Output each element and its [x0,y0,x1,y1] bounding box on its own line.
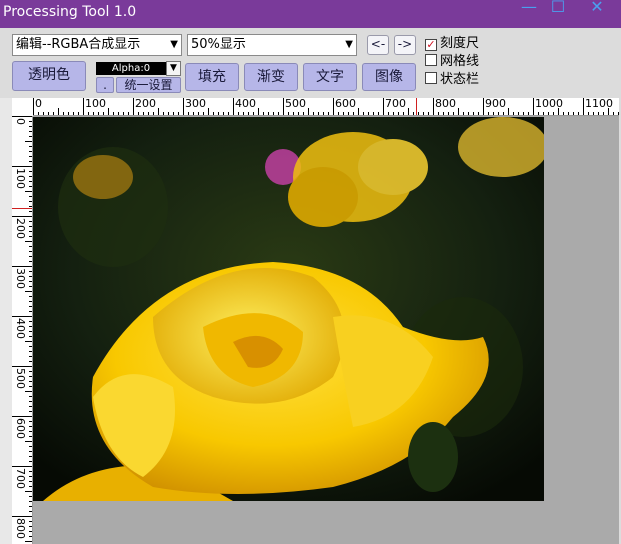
v-ruler-label: 0 [14,118,27,125]
h-ruler-label: 900 [485,98,506,110]
h-ruler-label: 800 [435,98,456,110]
option-grid-label: 网格线 [440,54,480,69]
ruler-corner [12,98,33,116]
title-bar: Processing Tool 1.0 — ☐ ✕ [0,0,621,28]
h-ruler-label: 100 [85,98,106,110]
mode-select[interactable]: 编辑--RGBA合成显示 ▼ [12,34,182,56]
image-button[interactable]: 图像 [362,63,416,91]
v-ruler-label: 600 [14,418,27,439]
app-window: Processing Tool 1.0 — ☐ ✕ 编辑--RGBA合成显示 ▼… [0,0,621,544]
h-ruler-label: 600 [335,98,356,110]
alpha-dropdown[interactable]: ▼ [166,61,181,76]
fill-button[interactable]: 填充 [185,63,239,91]
h-ruler-label: 200 [135,98,156,110]
yellow-rose-photo[interactable] [33,117,544,501]
close-icon[interactable]: ✕ [582,0,612,22]
window-title: Processing Tool 1.0 [3,4,137,20]
v-ruler-label: 500 [14,368,27,389]
prev-button[interactable]: <- [367,35,389,55]
h-ruler-label: 700 [385,98,406,110]
left-edge [0,98,12,544]
chevron-down-icon: ▼ [345,39,353,50]
h-ruler-label: 0 [35,98,42,110]
dot-button[interactable]: . [96,77,114,93]
gradient-button[interactable]: 渐变 [244,63,298,91]
h-ruler-label: 1100 [585,98,613,110]
v-ruler-label: 400 [14,318,27,339]
next-button[interactable]: -> [394,35,416,55]
v-ruler-label: 300 [14,268,27,289]
checkbox-statusbar[interactable] [425,72,437,84]
checkbox-grid[interactable] [425,54,437,66]
option-ruler-label: 刻度尺 [440,36,480,51]
minimize-icon[interactable]: — [514,0,544,22]
option-statusbar[interactable]: 状态栏 [425,72,479,89]
option-statusbar-label: 状态栏 [440,72,480,87]
h-ruler-label: 500 [285,98,306,110]
checkbox-ruler[interactable]: ✓ [425,39,437,51]
option-grid[interactable]: 网格线 [425,54,479,71]
chevron-down-icon: ▼ [170,39,178,50]
vertical-ruler: 0 100 200 300 400 500 600 700 800 [12,116,33,544]
uniform-set-button[interactable]: 统一设置 [116,77,181,93]
h-ruler-label: 400 [235,98,256,110]
v-ruler-label: 700 [14,468,27,489]
text-button[interactable]: 文字 [303,63,357,91]
zoom-select[interactable]: 50%显示 ▼ [187,34,357,56]
transparent-color-button[interactable]: 透明色 [12,61,86,91]
maximize-icon[interactable]: ☐ [543,0,573,22]
v-ruler-label: 100 [14,168,27,189]
h-ruler-label: 300 [185,98,206,110]
chevron-down-icon: ▼ [170,63,177,73]
option-ruler[interactable]: ✓ 刻度尺 [425,36,479,53]
rose-image [33,117,544,501]
v-ruler-label: 800 [14,518,27,539]
horizontal-ruler-ticks [33,98,619,115]
v-ruler-label: 200 [14,218,27,239]
horizontal-ruler: 0 100 200 300 400 500 600 700 800 900 10… [33,98,619,116]
mode-select-value: 编辑--RGBA合成显示 [16,37,141,52]
alpha-value: Alpha:0 [96,62,166,75]
h-ruler-label: 1000 [535,98,563,110]
zoom-select-value: 50%显示 [191,37,246,52]
